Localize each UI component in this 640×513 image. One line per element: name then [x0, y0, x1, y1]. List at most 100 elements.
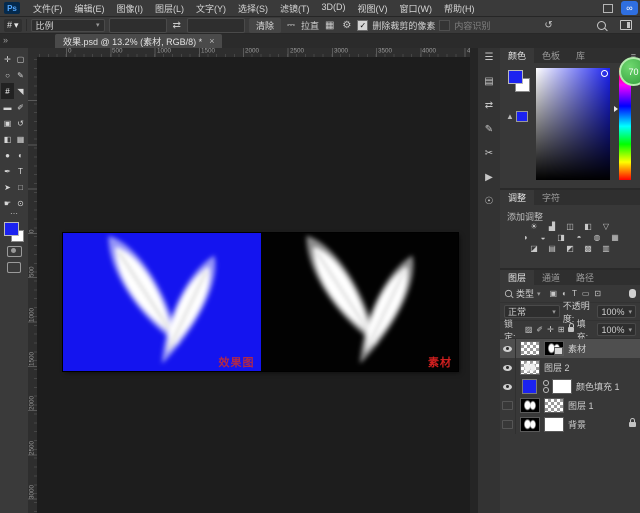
overlay-options-icon[interactable]: ▦: [323, 20, 336, 31]
tool-presets-panel-icon[interactable]: ✂: [485, 148, 493, 161]
path-selection-tool[interactable]: ➤: [1, 179, 14, 195]
delete-cropped-pixels-checkbox[interactable]: ✓: [357, 20, 368, 31]
canvas-source-side[interactable]: 素材: [261, 233, 459, 371]
layer-row-3[interactable]: 图层 1: [500, 396, 640, 415]
blur-tool[interactable]: ●: [1, 147, 14, 163]
tab-paths[interactable]: 路径: [568, 270, 602, 285]
menu-item-6[interactable]: 滤镜(T): [274, 2, 316, 15]
fill-value[interactable]: 100%▾: [597, 323, 636, 336]
hue-slider-marker[interactable]: [614, 106, 618, 112]
visibility-toggle[interactable]: [500, 339, 516, 358]
opacity-value[interactable]: 100%▾: [597, 305, 636, 318]
export-panel-icon[interactable]: ⇄: [485, 100, 493, 113]
filter-adjustment-layers-icon[interactable]: ◐: [562, 289, 567, 298]
selective-color-icon[interactable]: ▥: [601, 244, 612, 253]
levels-icon[interactable]: ▟: [547, 222, 558, 231]
canvas-pasteboard[interactable]: 效果图: [37, 57, 470, 513]
tab-layers[interactable]: 图层: [500, 270, 534, 285]
menu-item-7[interactable]: 3D(D): [316, 2, 352, 15]
search-icon[interactable]: [597, 21, 606, 30]
quick-selection-tool[interactable]: ✎: [14, 67, 27, 83]
layer-row-0[interactable]: 素材: [500, 339, 640, 358]
tab-overflow-chevron[interactable]: »: [3, 35, 8, 45]
menu-item-9[interactable]: 窗口(W): [394, 2, 439, 15]
color-swatches[interactable]: [4, 222, 24, 242]
rectangle-tool[interactable]: □: [14, 179, 27, 195]
tab-channels[interactable]: 通道: [534, 270, 568, 285]
visibility-toggle[interactable]: [500, 396, 516, 415]
vibrance-icon[interactable]: ▽: [601, 222, 612, 231]
lock-image-icon[interactable]: ✐: [536, 325, 543, 334]
foreground-color-swatch[interactable]: [4, 222, 19, 236]
black-white-icon[interactable]: ◨: [556, 233, 567, 242]
brightness-contrast-icon[interactable]: ☀: [529, 222, 540, 231]
visibility-toggle[interactable]: [500, 415, 516, 434]
quick-mask-mode-icon[interactable]: [7, 246, 22, 257]
brush-settings-panel-icon[interactable]: ✎: [485, 124, 493, 137]
layer-thumbnail[interactable]: [520, 398, 540, 413]
dodge-tool[interactable]: ◐: [14, 147, 27, 163]
content-aware-checkbox[interactable]: [439, 20, 450, 31]
aspect-ratio-dropdown[interactable]: 比例▾: [31, 19, 105, 32]
menu-item-0[interactable]: 文件(F): [27, 2, 69, 15]
layer-mask-thumbnail[interactable]: [552, 379, 572, 394]
gradient-map-icon[interactable]: ▩: [583, 244, 594, 253]
straighten-icon[interactable]: ⎓: [285, 20, 297, 31]
menu-item-4[interactable]: 文字(Y): [190, 2, 232, 15]
properties-panel-icon[interactable]: ☰: [485, 52, 494, 65]
lock-artboard-icon[interactable]: ⊞: [558, 325, 565, 334]
menu-item-10[interactable]: 帮助(H): [438, 2, 481, 15]
app-badge-icon[interactable]: ∞: [621, 1, 638, 15]
spot-healing-brush-tool[interactable]: ▬: [1, 99, 14, 115]
document-canvas[interactable]: 效果图: [63, 233, 458, 371]
document-tab[interactable]: 效果.psd @ 13.2% (素材, RGB/8) * ×: [55, 34, 222, 48]
layer-thumbnail[interactable]: [520, 417, 540, 432]
layer-row-2[interactable]: 颜色填充 1: [500, 377, 640, 396]
foreground-color-swatch[interactable]: [508, 70, 523, 84]
restore-window-icon[interactable]: [603, 4, 613, 13]
eyedropper-tool[interactable]: ◥: [14, 83, 27, 99]
layer-row-4[interactable]: 背景: [500, 415, 640, 434]
clear-button[interactable]: 清除: [249, 18, 281, 33]
menu-item-3[interactable]: 图层(L): [149, 2, 190, 15]
filter-smart-objects-icon[interactable]: ⊡: [594, 289, 601, 298]
learn-panel-icon[interactable]: ☉: [485, 196, 494, 209]
menu-item-5[interactable]: 选择(S): [232, 2, 274, 15]
tab-adjustments[interactable]: 调整: [500, 190, 534, 205]
layer-row-1[interactable]: 图层 2: [500, 358, 640, 377]
crop-height-input[interactable]: [187, 18, 245, 33]
lasso-tool[interactable]: ○: [1, 67, 14, 83]
photo-filter-icon[interactable]: ◓: [574, 233, 585, 242]
layer-thumbnail[interactable]: [520, 360, 540, 375]
filter-kind-dropdown[interactable]: 类型: [516, 287, 534, 300]
swap-dimensions-icon[interactable]: ⇄: [171, 20, 183, 31]
channel-mixer-icon[interactable]: ◍: [592, 233, 603, 242]
layer-thumbnail[interactable]: [544, 341, 564, 356]
menu-item-1[interactable]: 编辑(E): [69, 2, 111, 15]
gamut-closest-color-swatch[interactable]: [516, 111, 528, 122]
actions-panel-icon[interactable]: ▶: [485, 172, 493, 185]
layer-thumbnail[interactable]: [544, 398, 564, 413]
tab-swatches[interactable]: 色板: [534, 48, 568, 63]
brush-tool[interactable]: ✐: [14, 99, 27, 115]
gradient-tool[interactable]: ▦: [14, 131, 27, 147]
menu-item-2[interactable]: 图像(I): [111, 2, 150, 15]
type-tool[interactable]: T: [14, 163, 27, 179]
lock-transparency-icon[interactable]: ▨: [525, 325, 533, 334]
history-brush-tool[interactable]: ↺: [14, 115, 27, 131]
visibility-toggle[interactable]: [500, 358, 516, 377]
lock-all-icon[interactable]: [568, 327, 574, 332]
color-balance-icon[interactable]: ◒: [538, 233, 549, 242]
reset-crop-icon[interactable]: ↺: [542, 20, 554, 31]
exposure-icon[interactable]: ◧: [583, 222, 594, 231]
lock-position-icon[interactable]: ✛: [547, 325, 554, 334]
threshold-icon[interactable]: ◩: [565, 244, 576, 253]
current-tool-crop[interactable]: # ▾: [4, 19, 22, 32]
menu-item-8[interactable]: 视图(V): [352, 2, 394, 15]
color-lookup-icon[interactable]: ▦: [610, 233, 621, 242]
tab-character[interactable]: 字符: [534, 190, 568, 205]
tab-libraries[interactable]: 库: [568, 48, 593, 63]
posterize-icon[interactable]: ▤: [547, 244, 558, 253]
curves-icon[interactable]: ◫: [565, 222, 576, 231]
crop-width-input[interactable]: [109, 18, 167, 33]
